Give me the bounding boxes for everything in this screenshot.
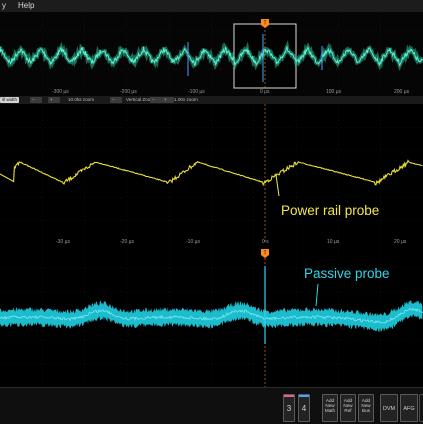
channel-3-button[interactable]: 3 xyxy=(283,394,295,422)
overview-tick: 200 µs xyxy=(394,89,410,95)
passive-trace-band xyxy=(0,300,423,333)
add-new-ref-button[interactable]: Add New Ref xyxy=(340,394,356,422)
h-zoom-minus-button[interactable]: − xyxy=(110,97,122,103)
horizontal-zoom-readout: 10.0ks zoom xyxy=(68,97,95,102)
afg-button[interactable]: AFG xyxy=(400,394,418,422)
power-rail-plot xyxy=(0,104,423,244)
control-bar: 3 4 Add New Math Add New Ref Add New Bus… xyxy=(0,387,423,424)
menu-item-partial[interactable]: y xyxy=(2,1,6,10)
channel-4-label: 4 xyxy=(301,404,307,413)
zoom-out-button[interactable]: − xyxy=(30,97,42,103)
passive-probe-plot-pane[interactable]: T Passive probe xyxy=(0,244,423,387)
channel-4-color-stripe xyxy=(299,395,309,397)
trigger-marker-label: T xyxy=(263,21,266,27)
power-rail-trace xyxy=(0,159,423,187)
power-rail-plot-pane[interactable]: Power rail probe -30 µs -20 µs -10 µs 0 … xyxy=(0,104,423,245)
channel-4-button[interactable]: 4 xyxy=(298,394,310,422)
overview-trace-band xyxy=(0,40,423,71)
add-new-math-button[interactable]: Add New Math xyxy=(322,394,338,422)
add-ref-line-3: Ref xyxy=(344,408,352,413)
overview-tick: 100 µs xyxy=(326,89,342,95)
vertical-zoom-readout: 1.00x zoom xyxy=(174,97,198,102)
add-new-bus-button[interactable]: Add New Bus xyxy=(358,394,374,422)
zoom-width-readout[interactable]: ill width xyxy=(0,97,20,103)
passive-probe-label: Passive probe xyxy=(304,266,390,281)
v-zoom-minus-button[interactable]: − xyxy=(150,97,162,103)
power-rail-probe-label: Power rail probe xyxy=(281,203,380,218)
overview-plot: T xyxy=(0,12,423,89)
passive-label-pointer xyxy=(315,283,319,307)
overview-tick: -200 µs xyxy=(120,89,137,95)
add-math-line-3: Math xyxy=(324,408,336,413)
channel-3-color-stripe xyxy=(284,395,294,397)
overview-waveform-panel[interactable]: T -300 µs -200 µs -100 µs 0 µs 100 µs 20… xyxy=(0,12,423,98)
channel-3-label: 3 xyxy=(286,404,292,413)
menu-item-help[interactable]: Help xyxy=(18,1,34,10)
passive-trigger-label: T xyxy=(263,251,266,257)
dvm-button[interactable]: DVM xyxy=(380,394,398,422)
zoom-in-button[interactable]: + xyxy=(48,97,60,103)
overview-tick: -100 µs xyxy=(188,89,205,95)
power-label-pointer xyxy=(275,174,280,197)
add-bus-line-3: Bus xyxy=(362,408,370,413)
overview-tick: 0 µs xyxy=(260,89,270,95)
zoom-info-bar: ill width − + 10.0ks zoom − Vertical Zoo… xyxy=(0,96,423,104)
more-button[interactable] xyxy=(419,394,423,422)
overview-tick: -300 µs xyxy=(52,89,69,95)
